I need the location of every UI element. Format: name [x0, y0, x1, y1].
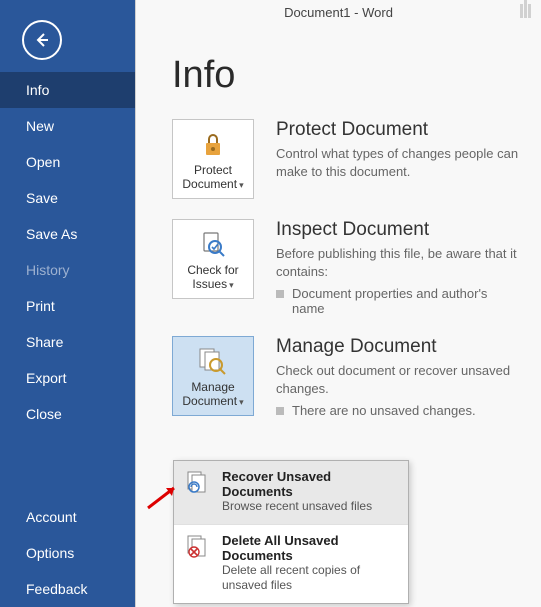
sidebar-item-options[interactable]: Options	[0, 535, 135, 571]
chevron-down-icon: ▾	[239, 180, 244, 190]
manage-bullet: There are no unsaved changes.	[276, 403, 521, 418]
document-title: Document1 - Word	[284, 5, 393, 20]
bullet-icon	[276, 407, 284, 415]
sidebar-item-close[interactable]: Close	[0, 396, 135, 432]
sidebar-item-new[interactable]: New	[0, 108, 135, 144]
check-issues-button[interactable]: Check for Issues▾	[172, 219, 254, 299]
manage-bullet-text: There are no unsaved changes.	[292, 403, 476, 418]
inspect-desc: Before publishing this file, be aware th…	[276, 245, 521, 280]
manage-document-menu: Recover Unsaved Documents Browse recent …	[173, 460, 409, 604]
protect-desc: Control what types of changes people can…	[276, 145, 521, 180]
menu-delete-title: Delete All Unsaved Documents	[222, 533, 398, 563]
manage-document-button[interactable]: Manage Document▾	[172, 336, 254, 416]
window-decor-icon	[519, 0, 533, 18]
sidebar-item-export[interactable]: Export	[0, 360, 135, 396]
sidebar-item-feedback[interactable]: Feedback	[0, 571, 135, 607]
sidebar: Info New Open Save Save As History Print…	[0, 0, 135, 607]
manage-doc-icon	[197, 344, 229, 378]
manage-btn-line1: Manage	[191, 380, 234, 394]
protect-body: Protect Document Control what types of c…	[276, 119, 521, 199]
inspect-body: Inspect Document Before publishing this …	[276, 219, 521, 316]
manage-desc: Check out document or recover unsaved ch…	[276, 362, 521, 397]
sidebar-item-saveas[interactable]: Save As	[0, 216, 135, 252]
inspect-icon	[198, 227, 228, 261]
window-decorations	[519, 0, 533, 18]
sidebar-item-info[interactable]: Info	[0, 72, 135, 108]
menu-delete-sub: Delete all recent copies of unsaved file…	[222, 563, 398, 593]
sidebar-item-share[interactable]: Share	[0, 324, 135, 360]
sidebar-item-history: History	[0, 252, 135, 288]
inspect-btn-line1: Check for	[187, 263, 238, 277]
chevron-down-icon: ▾	[239, 397, 244, 407]
delete-doc-icon	[184, 533, 212, 561]
manage-btn-line2: Document	[182, 394, 237, 408]
menu-delete-unsaved[interactable]: Delete All Unsaved Documents Delete all …	[174, 525, 408, 603]
back-button[interactable]	[22, 20, 62, 60]
menu-recover-title: Recover Unsaved Documents	[222, 469, 398, 499]
manage-title: Manage Document	[276, 336, 521, 358]
page-heading: Info	[172, 54, 541, 97]
chevron-down-icon: ▾	[229, 280, 234, 290]
section-inspect: Check for Issues▾ Inspect Document Befor…	[136, 219, 541, 336]
sidebar-item-open[interactable]: Open	[0, 144, 135, 180]
bullet-icon	[276, 290, 284, 298]
title-bar: Document1 - Word	[136, 0, 541, 24]
inspect-bullet: Document properties and author's name	[276, 286, 521, 316]
sidebar-item-account[interactable]: Account	[0, 499, 135, 535]
manage-body: Manage Document Check out document or re…	[276, 336, 521, 418]
protect-btn-line1: Protect	[194, 163, 232, 177]
menu-recover-unsaved[interactable]: Recover Unsaved Documents Browse recent …	[174, 461, 408, 524]
inspect-title: Inspect Document	[276, 219, 521, 241]
sidebar-item-print[interactable]: Print	[0, 288, 135, 324]
section-protect: Protect Document▾ Protect Document Contr…	[136, 119, 541, 219]
inspect-btn-line2: Issues	[192, 277, 227, 291]
sidebar-item-save[interactable]: Save	[0, 180, 135, 216]
section-manage: Manage Document▾ Manage Document Check o…	[136, 336, 541, 438]
recover-doc-icon	[184, 469, 212, 497]
inspect-bullet-text: Document properties and author's name	[292, 286, 521, 316]
menu-recover-sub: Browse recent unsaved files	[222, 499, 398, 514]
back-arrow-icon	[32, 30, 52, 50]
lock-icon	[198, 127, 228, 161]
protect-title: Protect Document	[276, 119, 521, 141]
protect-document-button[interactable]: Protect Document▾	[172, 119, 254, 199]
protect-btn-line2: Document	[182, 177, 237, 191]
